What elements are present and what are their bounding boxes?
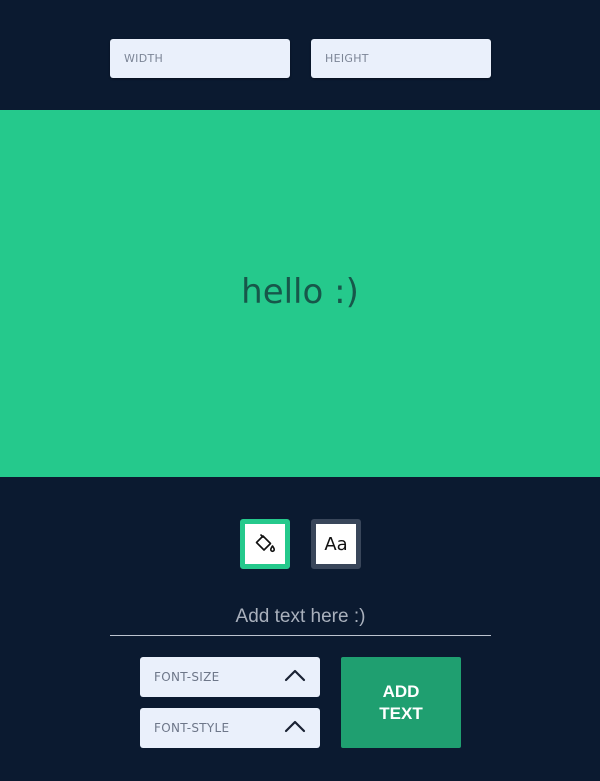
height-input[interactable] [311, 39, 491, 78]
font-style-label: FONT-STYLE [154, 721, 230, 735]
font-style-dropdown[interactable]: FONT-STYLE [140, 708, 320, 748]
text-style-icon: Aa [324, 533, 348, 555]
font-size-label: FONT-SIZE [154, 670, 220, 684]
canvas-preview: hello :) [0, 110, 600, 477]
chevron-up-icon [284, 719, 306, 738]
paint-bucket-icon [253, 532, 277, 556]
font-size-dropdown[interactable]: FONT-SIZE [140, 657, 320, 697]
chevron-up-icon [284, 668, 306, 687]
fill-color-button[interactable] [240, 519, 290, 569]
add-text-input[interactable] [110, 598, 491, 636]
add-text-button[interactable]: ADD TEXT [341, 657, 461, 748]
width-input[interactable] [110, 39, 290, 78]
canvas-text: hello :) [241, 271, 359, 312]
text-style-button[interactable]: Aa [311, 519, 361, 569]
